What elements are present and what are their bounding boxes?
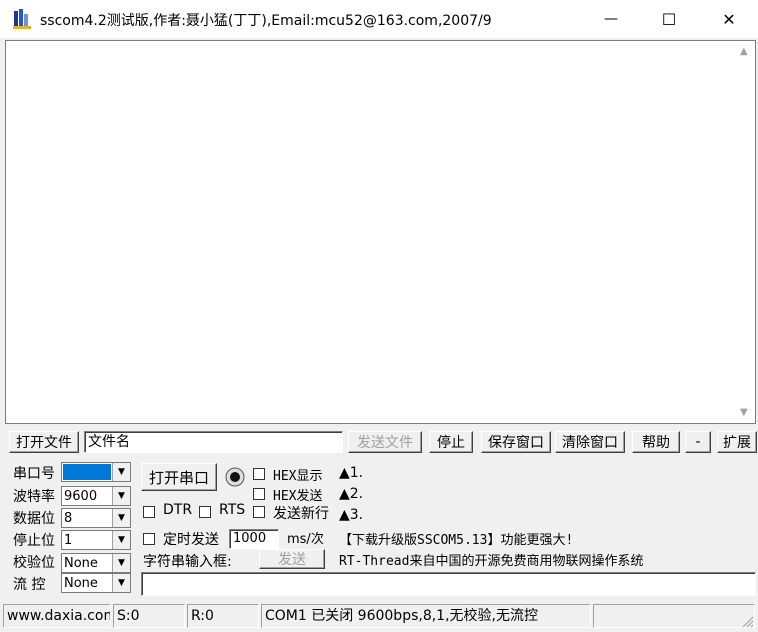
timed-send-checkbox[interactable] <box>143 533 155 545</box>
timed-send-label: 定时发送 <box>163 532 219 548</box>
hex-display-checkbox[interactable] <box>253 468 265 480</box>
rtthread-link[interactable]: RT-Thread来自中国的开源免费商用物联网操作系统 <box>339 550 643 569</box>
chevron-down-icon[interactable]: ▼ <box>112 554 130 572</box>
scroll-up-icon[interactable]: ▲ <box>740 46 748 57</box>
dtr-label: DTR <box>163 502 193 518</box>
dtr-checkbox[interactable] <box>143 506 155 518</box>
chevron-down-icon[interactable]: ▼ <box>112 463 130 481</box>
window-title: sscom4.2测试版,作者:聂小猛(丁丁),Email:mcu52@163.c… <box>40 13 492 29</box>
databits-select[interactable]: 8 ▼ <box>61 508 131 528</box>
send-newline-checkbox[interactable] <box>253 506 265 518</box>
expand-button[interactable]: 扩展 <box>717 431 757 453</box>
open-file-button[interactable]: 打开文件 <box>9 431 79 453</box>
parity-label: 校验位 <box>13 555 55 571</box>
baud-label: 波特率 <box>13 489 55 505</box>
send-button[interactable]: 发送 <box>259 549 325 569</box>
vertical-scrollbar[interactable]: ▲ ▼ <box>737 42 754 422</box>
baud-select[interactable]: 9600 ▼ <box>61 486 131 506</box>
port-settings-panel: 串口号 ▼ 波特率 9600 ▼ 数据位 8 ▼ 停止位 1 ▼ 校验位 Non… <box>7 459 134 597</box>
resize-grip-icon[interactable] <box>740 614 754 628</box>
close-button[interactable]: ✕ <box>706 0 752 38</box>
help-button[interactable]: 帮助 <box>632 431 680 453</box>
status-website: www.daxia.com <box>3 604 111 628</box>
parity-value: None <box>64 556 98 571</box>
open-port-button[interactable]: 打开串口 <box>141 463 217 491</box>
status-port: COM1 已关闭 9600bps,8,1,无校验,无流控 <box>261 604 591 628</box>
app-icon <box>12 8 32 30</box>
send-string-input[interactable] <box>141 572 756 596</box>
status-received: R:0 <box>187 604 259 628</box>
databits-label: 数据位 <box>13 511 55 527</box>
maximize-icon: ☐ <box>661 9 677 29</box>
interval-input[interactable]: 1000 <box>229 529 279 549</box>
quick-link-3[interactable]: ▲3. <box>339 507 363 523</box>
flow-label: 流 控 <box>13 577 46 593</box>
stopbits-select[interactable]: 1 ▼ <box>61 530 131 550</box>
minus-button[interactable]: - <box>685 431 711 453</box>
clear-window-button[interactable]: 清除窗口 <box>555 431 625 453</box>
chevron-down-icon[interactable]: ▼ <box>112 574 130 592</box>
rts-label: RTS <box>219 502 246 518</box>
send-file-button[interactable]: 发送文件 <box>348 431 422 453</box>
upgrade-link[interactable]: 【下载升级版SSCOM5.13】功能更强大! <box>339 529 573 548</box>
minimize-icon: — <box>604 11 618 27</box>
interval-unit: ms/次 <box>287 532 324 547</box>
hex-send-checkbox[interactable] <box>253 488 265 500</box>
stopbits-value: 1 <box>64 533 73 548</box>
chevron-down-icon[interactable]: ▼ <box>112 509 130 527</box>
hex-send-label: HEX发送 <box>273 489 323 504</box>
port-selected-value <box>63 464 111 480</box>
quick-link-2[interactable]: ▲2. <box>339 486 363 502</box>
quick-link-1[interactable]: ▲1. <box>339 465 363 481</box>
flow-value: None <box>64 576 98 591</box>
receive-textarea[interactable]: ▲ ▼ <box>5 40 756 424</box>
scroll-down-icon[interactable]: ▼ <box>740 407 748 418</box>
save-window-button[interactable]: 保存窗口 <box>481 431 551 453</box>
stop-button[interactable]: 停止 <box>429 431 473 453</box>
status-sent: S:0 <box>113 604 185 628</box>
send-newline-label: 发送新行 <box>273 506 329 522</box>
chevron-down-icon[interactable]: ▼ <box>112 531 130 549</box>
flow-select[interactable]: None ▼ <box>61 573 131 593</box>
status-empty <box>593 604 755 628</box>
port-status-led-icon <box>225 467 245 487</box>
chevron-down-icon[interactable]: ▼ <box>112 487 130 505</box>
databits-value: 8 <box>64 511 73 526</box>
stopbits-label: 停止位 <box>13 533 55 549</box>
filename-input[interactable]: 文件名 <box>84 431 343 453</box>
close-icon: ✕ <box>722 9 736 29</box>
title-bar: sscom4.2测试版,作者:聂小猛(丁丁),Email:mcu52@163.c… <box>0 0 758 38</box>
hex-display-label: HEX显示 <box>273 469 323 484</box>
port-label: 串口号 <box>13 466 55 482</box>
port-select[interactable]: ▼ <box>61 462 131 482</box>
baud-value: 9600 <box>64 489 98 504</box>
input-label: 字符串输入框: <box>143 554 232 570</box>
parity-select[interactable]: None ▼ <box>61 553 131 573</box>
rts-checkbox[interactable] <box>199 506 211 518</box>
maximize-button[interactable]: ☐ <box>646 0 692 38</box>
minimize-button[interactable]: — <box>588 0 634 38</box>
